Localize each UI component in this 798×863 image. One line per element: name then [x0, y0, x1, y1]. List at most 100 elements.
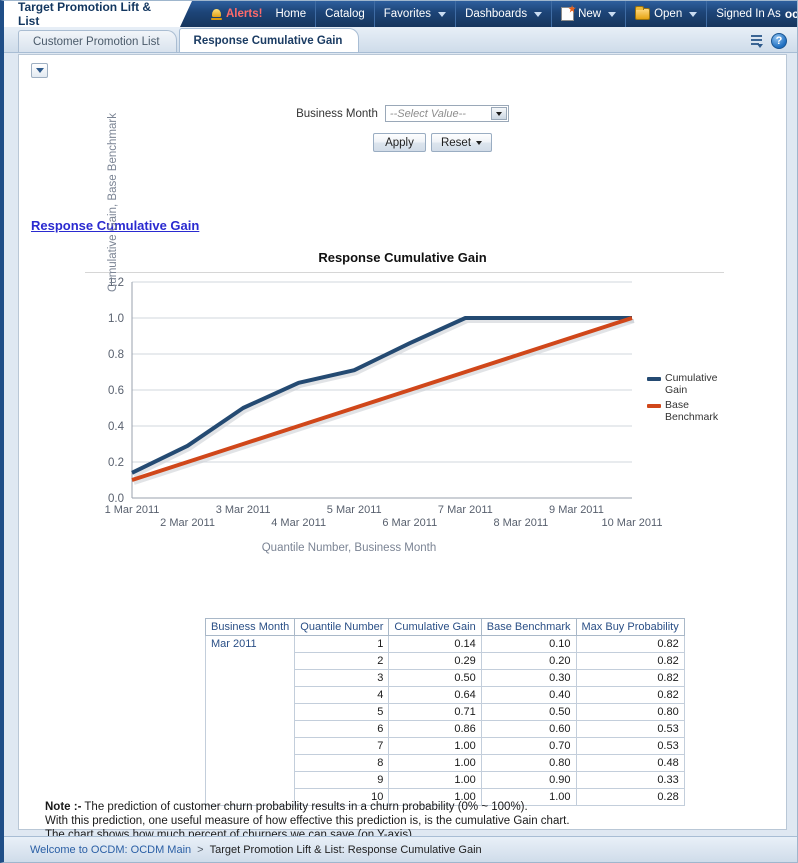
x-tick-label: 1 Mar 2011	[105, 504, 160, 516]
new-page-icon	[561, 7, 574, 21]
alerts-label: Alerts!	[226, 8, 262, 20]
cell-max-buy-probability: 0.53	[576, 721, 684, 738]
chart-x-axis-title: Quantile Number, Business Month	[19, 542, 679, 554]
col-quantile-number[interactable]: Quantile Number	[295, 619, 389, 636]
chart-series-base-benchmark[interactable]	[132, 318, 632, 480]
prompt-buttons: Apply Reset	[19, 133, 786, 152]
cell-quantile-number: 6	[295, 721, 389, 738]
page-options-icon[interactable]	[748, 34, 763, 48]
cell-business-month	[206, 687, 295, 704]
col-cumulative-gain[interactable]: Cumulative Gain	[389, 619, 481, 636]
apply-button-label: Apply	[385, 137, 414, 149]
nav-dashboards[interactable]: Dashboards	[456, 1, 552, 27]
chevron-down-icon	[534, 12, 542, 17]
legend-item[interactable]: Cumulative Gain	[647, 373, 723, 396]
help-icon[interactable]: ?	[771, 33, 787, 49]
cell-max-buy-probability: 0.82	[576, 670, 684, 687]
cell-max-buy-probability: 0.28	[576, 789, 684, 806]
cell-business-month: Mar 2011	[206, 636, 295, 653]
signed-in-as-label: Signed In As	[716, 8, 781, 20]
col-business-month[interactable]: Business Month	[206, 619, 295, 636]
cell-quantile-number: 7	[295, 738, 389, 755]
cell-max-buy-probability: 0.82	[576, 653, 684, 670]
cell-quantile-number: 4	[295, 687, 389, 704]
data-table-container: Business Month Quantile Number Cumulativ…	[205, 618, 685, 806]
cell-business-month	[206, 772, 295, 789]
cell-base-benchmark: 0.50	[481, 704, 576, 721]
breadcrumb-current: Target Promotion Lift & List: Response C…	[210, 844, 482, 856]
app-title: Target Promotion Lift & List	[4, 1, 180, 27]
table-header-row: Business Month Quantile Number Cumulativ…	[206, 619, 685, 636]
signed-in-as-menu[interactable]: Signed In As ocdm	[707, 1, 797, 27]
nav-open-label: Open	[654, 8, 682, 20]
collapse-section-button[interactable]	[31, 63, 48, 78]
chevron-down-icon[interactable]	[491, 107, 507, 120]
cell-max-buy-probability: 0.82	[576, 687, 684, 704]
y-tick-label: 1.0	[108, 313, 124, 325]
nav-home[interactable]: Home	[266, 1, 316, 27]
y-tick-label: 0.4	[108, 421, 125, 433]
x-tick-label: 5 Mar 2011	[327, 504, 382, 516]
business-month-select[interactable]: --Select Value--	[385, 105, 509, 122]
breadcrumb-separator: >	[197, 844, 203, 856]
business-month-label: Business Month	[296, 108, 378, 120]
data-table: Business Month Quantile Number Cumulativ…	[205, 618, 685, 806]
col-max-buy-probability[interactable]: Max Buy Probability	[576, 619, 684, 636]
note-line-1-text: The prediction of customer churn probabi…	[81, 801, 527, 813]
apply-button[interactable]: Apply	[373, 133, 426, 152]
tab-customer-promotion-list[interactable]: Customer Promotion List	[18, 30, 177, 52]
bell-icon	[211, 8, 222, 21]
chevron-down-icon	[36, 68, 44, 73]
nav-catalog[interactable]: Catalog	[316, 1, 375, 27]
tab-response-cumulative-gain[interactable]: Response Cumulative Gain	[179, 28, 360, 52]
cell-quantile-number: 8	[295, 755, 389, 772]
global-header: Target Promotion Lift & List Alerts! Hom…	[4, 1, 797, 27]
table-row: 20.290.200.82	[206, 653, 685, 670]
nav-open[interactable]: Open	[626, 1, 707, 27]
cell-business-month	[206, 755, 295, 772]
alerts-button[interactable]: Alerts!	[202, 1, 266, 27]
table-row: 81.000.800.48	[206, 755, 685, 772]
cell-cumulative-gain: 1.00	[389, 738, 481, 755]
cell-cumulative-gain: 0.29	[389, 653, 481, 670]
table-row: Mar 201110.140.100.82	[206, 636, 685, 653]
x-tick-label: 3 Mar 2011	[216, 504, 271, 516]
nav-dashboards-label: Dashboards	[465, 8, 527, 20]
nav-catalog-label: Catalog	[325, 8, 365, 20]
cell-base-benchmark: 0.40	[481, 687, 576, 704]
nav-home-label: Home	[275, 8, 306, 20]
breadcrumb-home-link[interactable]: Welcome to OCDM: OCDM Main	[30, 844, 191, 856]
chart-title-divider	[85, 272, 724, 273]
tab-strip-tools: ?	[748, 33, 787, 49]
cell-cumulative-gain: 0.50	[389, 670, 481, 687]
x-tick-label: 8 Mar 2011	[493, 517, 548, 529]
x-tick-label: 6 Mar 2011	[382, 517, 437, 529]
x-tick-label: 9 Mar 2011	[549, 504, 604, 516]
nav-favorites-label: Favorites	[384, 8, 431, 20]
cell-quantile-number: 3	[295, 670, 389, 687]
x-tick-label: 7 Mar 2011	[438, 504, 493, 516]
note-line-2: With this prediction, one useful measure…	[45, 814, 570, 828]
chart-y-axis-title: Cumulative Gain, Base Benchmark	[107, 113, 119, 292]
table-row: 60.860.600.53	[206, 721, 685, 738]
reset-button[interactable]: Reset	[431, 133, 492, 152]
note-prefix: Note :-	[45, 801, 81, 813]
y-tick-label: 0.6	[108, 385, 124, 397]
cell-cumulative-gain: 0.64	[389, 687, 481, 704]
cell-base-benchmark: 0.10	[481, 636, 576, 653]
breadcrumb-footer: Welcome to OCDM: OCDM Main > Target Prom…	[4, 836, 797, 862]
x-tick-label: 2 Mar 2011	[160, 517, 215, 529]
col-base-benchmark[interactable]: Base Benchmark	[481, 619, 576, 636]
nav-new[interactable]: New	[552, 1, 626, 27]
note-line-1: Note :- The prediction of customer churn…	[45, 800, 570, 814]
nav-favorites[interactable]: Favorites	[375, 1, 456, 27]
y-tick-label: 0.2	[108, 457, 124, 469]
cell-quantile-number: 5	[295, 704, 389, 721]
x-tick-label: 4 Mar 2011	[271, 517, 326, 529]
dashboard-content: Business Month --Select Value-- Apply Re…	[18, 54, 787, 830]
legend-item[interactable]: Base Benchmark	[647, 400, 723, 423]
cell-base-benchmark: 0.20	[481, 653, 576, 670]
folder-icon	[635, 8, 650, 20]
chevron-down-icon	[476, 141, 482, 145]
cell-base-benchmark: 0.80	[481, 755, 576, 772]
